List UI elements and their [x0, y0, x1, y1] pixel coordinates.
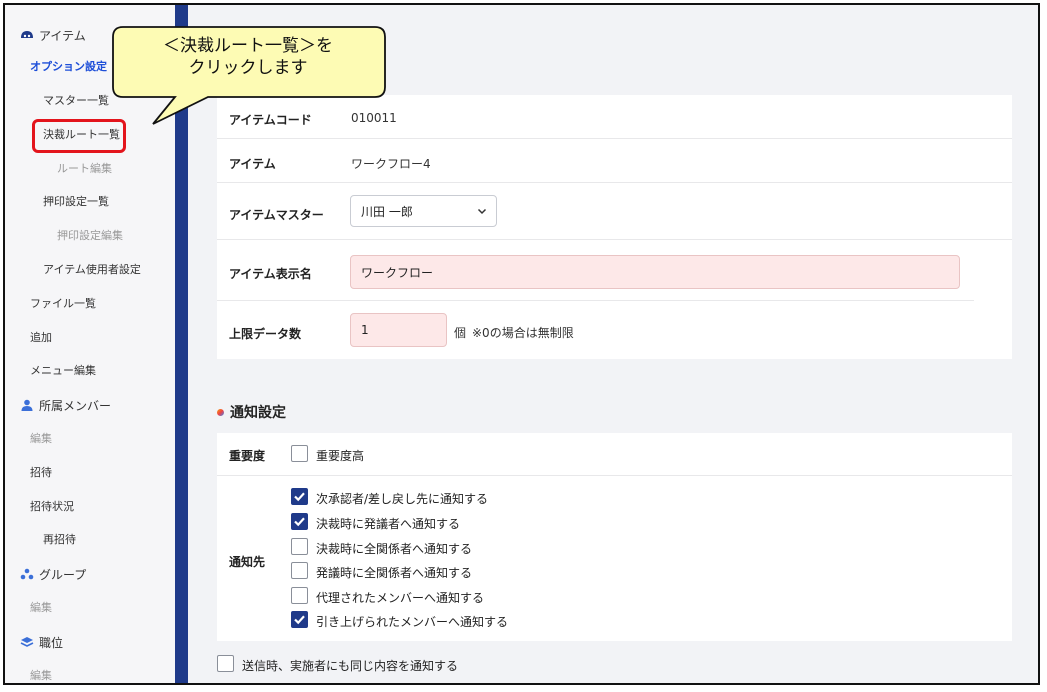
sidebar-item-label: 招待状況 [30, 500, 74, 513]
divider [217, 239, 1012, 240]
sidebar-item-label: グループ [39, 567, 87, 582]
notify-checkbox-3[interactable] [291, 562, 308, 579]
sidebar-item-position-edit[interactable]: 編集 [5, 664, 200, 683]
callout-line-2: クリックします [188, 58, 308, 78]
sidebar-item-label: 押印設定一覧 [43, 195, 109, 208]
sidebar-item-label: 所属メンバー [39, 398, 112, 413]
notify-dest-label: 通知先 [229, 555, 266, 569]
importance-checkbox[interactable] [291, 445, 308, 462]
item-display-name-label: アイテム表示名 [229, 267, 312, 281]
item-master-select-value: 川田 一郎 [361, 204, 413, 219]
importance-label: 重要度 [229, 449, 266, 463]
data-limit-note: ※0の場合は無制限 [472, 326, 574, 340]
divider [217, 138, 1012, 139]
sidebar-item-label: ルート編集 [57, 162, 112, 175]
send-notify-self-checkbox[interactable] [217, 655, 234, 672]
item-display-name-input[interactable]: ワークフロー [350, 255, 960, 289]
notify-section-title: 通知設定 [217, 402, 286, 422]
sidebar-item-label: オプション設定 [30, 60, 107, 73]
bullet-dot-icon [217, 408, 224, 416]
person-icon [19, 397, 35, 413]
data-limit-input[interactable]: 1 [350, 313, 447, 347]
layers-icon [19, 634, 35, 650]
sidebar-item-label: 編集 [30, 669, 52, 682]
sidebar-item-group-edit[interactable]: 編集 [5, 596, 200, 618]
sidebar-item-group[interactable]: グループ [5, 563, 189, 585]
item-icon [19, 27, 35, 43]
sidebar-item-label: 押印設定編集 [57, 229, 123, 242]
sidebar-item-label: 編集 [30, 601, 52, 614]
notify-settings-card [217, 433, 1012, 641]
screenshot-frame: アイテム オプション設定 マスター一覧 決裁ルート一覧 ルート編集 押印設定一覧… [3, 3, 1040, 685]
item-settings-card [217, 95, 1012, 359]
sidebar-item-menu-edit[interactable]: メニュー編集 [5, 359, 200, 381]
sidebar-item-label: マスター一覧 [43, 94, 109, 107]
notify-checkbox-4[interactable] [291, 587, 308, 604]
notify-checkbox-2[interactable] [291, 538, 308, 555]
data-limit-value: 1 [361, 323, 369, 337]
notify-checkbox-0[interactable] [291, 488, 308, 505]
data-limit-unit: 個 [454, 326, 467, 340]
sidebar-item-add[interactable]: 追加 [5, 326, 200, 348]
item-display-name-value: ワークフロー [361, 265, 434, 280]
callout-line-1: ＜決裁ルート一覧＞を [163, 36, 333, 56]
notify-option-label: 発議時に全関係者へ通知する [316, 566, 473, 580]
sidebar-item-file-list[interactable]: ファイル一覧 [5, 292, 200, 314]
checkmark-icon [294, 615, 305, 625]
notify-option-label: 次承認者/差し戻し先に通知する [316, 492, 489, 506]
notify-section-title-text: 通知設定 [230, 405, 286, 421]
sidebar-item-members[interactable]: 所属メンバー [5, 394, 189, 416]
sidebar-item-label: 編集 [30, 432, 52, 445]
sidebar-item-invite-status[interactable]: 招待状況 [5, 495, 200, 517]
notify-checkbox-1[interactable] [291, 513, 308, 530]
sidebar-item-members-edit[interactable]: 編集 [5, 427, 200, 449]
chevron-down-icon [476, 205, 488, 220]
item-master-label: アイテムマスター [229, 208, 324, 222]
item-value: ワークフロー4 [351, 157, 431, 171]
send-notify-self-label: 送信時、実施者にも同じ内容を通知する [242, 659, 459, 673]
item-master-select[interactable]: 川田 一郎 [350, 195, 497, 227]
sidebar-item-label: メニュー編集 [30, 364, 96, 377]
divider [217, 475, 1012, 476]
checkmark-icon [294, 492, 305, 502]
sidebar-item-position[interactable]: 職位 [5, 631, 189, 653]
sidebar-item-label: 招待 [30, 466, 52, 479]
notify-option-label: 引き上げられたメンバーへ通知する [316, 615, 509, 629]
sidebar-item-label: アイテム [39, 28, 86, 43]
callout-text: ＜決裁ルート一覧＞を クリックします [117, 35, 379, 79]
data-limit-label: 上限データ数 [229, 327, 302, 341]
sidebar-item-invite[interactable]: 招待 [5, 461, 200, 483]
notify-checkbox-5[interactable] [291, 611, 308, 628]
notify-option-label: 決裁時に全関係者へ通知する [316, 542, 473, 556]
divider [217, 300, 974, 301]
divider [217, 182, 1012, 183]
notify-option-label: 決裁時に発議者へ通知する [316, 517, 461, 531]
sidebar-item-label: ファイル一覧 [30, 297, 96, 310]
checkmark-icon [294, 517, 305, 527]
sidebar-item-label: 再招待 [43, 533, 76, 546]
sidebar-item-label: 追加 [30, 331, 52, 344]
group-icon [19, 566, 35, 582]
importance-option-label: 重要度高 [316, 449, 365, 463]
item-label: アイテム [229, 157, 276, 171]
notify-option-label: 代理されたメンバーへ通知する [316, 591, 485, 605]
sidebar-item-label: 職位 [39, 635, 64, 650]
sidebar-item-label: アイテム使用者設定 [43, 263, 141, 276]
